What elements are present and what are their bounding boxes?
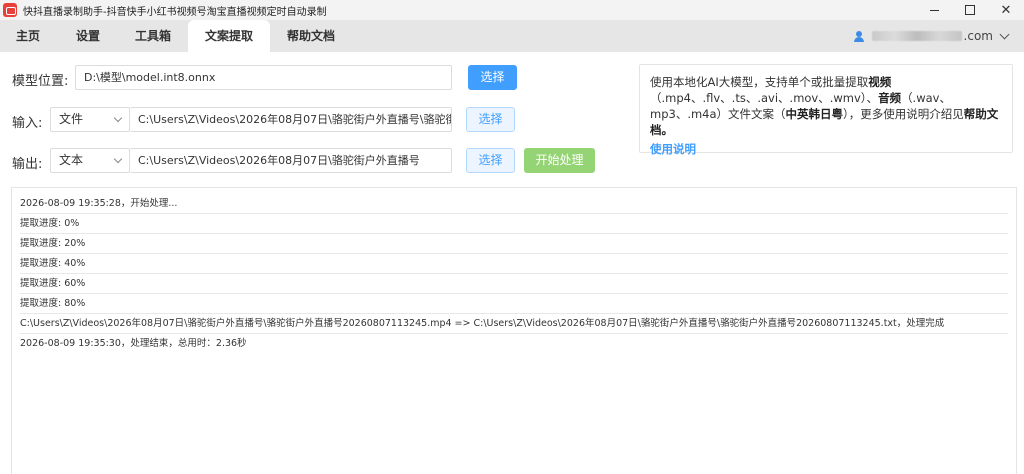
chevron-down-icon: [113, 113, 123, 123]
tab-bar: 主页 设置 工具箱 文案提取 帮助文档 .com: [0, 20, 1024, 52]
user-account-menu[interactable]: .com: [853, 20, 1010, 52]
output-select-button[interactable]: 选择: [466, 148, 515, 173]
tab-toolbox[interactable]: 工具箱: [122, 20, 184, 52]
log-line: 提取进度: 20%: [20, 234, 1008, 254]
log-panel[interactable]: 2026-08-09 19:35:28，开始处理... 提取进度: 0% 提取进…: [11, 187, 1017, 474]
log-line: 提取进度: 60%: [20, 274, 1008, 294]
input-label: 输入:: [12, 116, 43, 131]
user-domain: .com: [963, 29, 993, 43]
output-type-value: 文本: [59, 153, 84, 167]
info-bold-languages: 中英韩日粤: [785, 107, 844, 121]
info-bold-audio: 音频: [878, 91, 902, 105]
tab-text-extract[interactable]: 文案提取: [188, 20, 270, 52]
window-title: 快抖直播录制助手-抖音快手小红书视频号淘宝直播视频定时自动录制: [23, 6, 327, 18]
usage-instructions-link[interactable]: 使用说明: [650, 141, 1002, 157]
output-path-input[interactable]: C:\Users\Z\Videos\2026年08月07日\骆驼街户外直播号: [130, 148, 452, 173]
log-line: 提取进度: 80%: [20, 294, 1008, 314]
tab-settings[interactable]: 设置: [64, 20, 112, 52]
info-bold-video: 视频: [868, 75, 892, 89]
user-name-redacted: [871, 31, 962, 41]
input-path-input[interactable]: C:\Users\Z\Videos\2026年08月07日\骆驼街户外直播号\骆…: [130, 107, 452, 132]
user-icon: [853, 30, 864, 42]
log-line: 2026-08-09 19:35:28，开始处理...: [20, 194, 1008, 214]
input-select-button[interactable]: 选择: [466, 107, 515, 132]
model-path-label: 模型位置:: [12, 74, 69, 89]
info-text-1: 使用本地化AI大模型，支持单个或批量提取: [650, 75, 869, 89]
info-text-2: （.mp4、.flv、.ts、.avi、.mov、.wmv）、: [650, 91, 879, 105]
minimize-button[interactable]: [916, 0, 952, 20]
info-panel: 使用本地化AI大模型，支持单个或批量提取视频 （.mp4、.flv、.ts、.av…: [639, 64, 1013, 156]
model-path-input[interactable]: D:\模型\model.int8.onnx: [75, 65, 452, 90]
maximize-button[interactable]: [952, 0, 988, 20]
chevron-down-icon: [113, 154, 123, 164]
input-type-value: 文件: [59, 112, 84, 126]
input-type-select[interactable]: 文件: [50, 107, 130, 132]
log-line: 提取进度: 0%: [20, 214, 1008, 234]
tab-help-docs[interactable]: 帮助文档: [276, 20, 346, 52]
start-processing-button[interactable]: 开始处理: [524, 148, 595, 173]
model-select-button[interactable]: 选择: [468, 65, 517, 90]
app-logo-icon: [3, 3, 17, 17]
info-text-4: ），更多使用说明介绍见: [843, 107, 964, 121]
output-type-select[interactable]: 文本: [50, 148, 130, 173]
close-button[interactable]: ✕: [988, 0, 1024, 20]
title-bar: 快抖直播录制助手-抖音快手小红书视频号淘宝直播视频定时自动录制 ✕: [0, 0, 1024, 20]
log-line: 2026-08-09 19:35:30，处理结束，总用时：2.36秒: [20, 338, 247, 349]
log-line: C:\Users\Z\Videos\2026年08月07日\骆驼街户外直播号\骆…: [20, 314, 1008, 334]
window-controls: ✕: [916, 0, 1024, 20]
output-label: 输出:: [12, 157, 43, 172]
log-line: 提取进度: 40%: [20, 254, 1008, 274]
chevron-down-icon: [999, 29, 1010, 39]
tab-home[interactable]: 主页: [4, 20, 52, 52]
